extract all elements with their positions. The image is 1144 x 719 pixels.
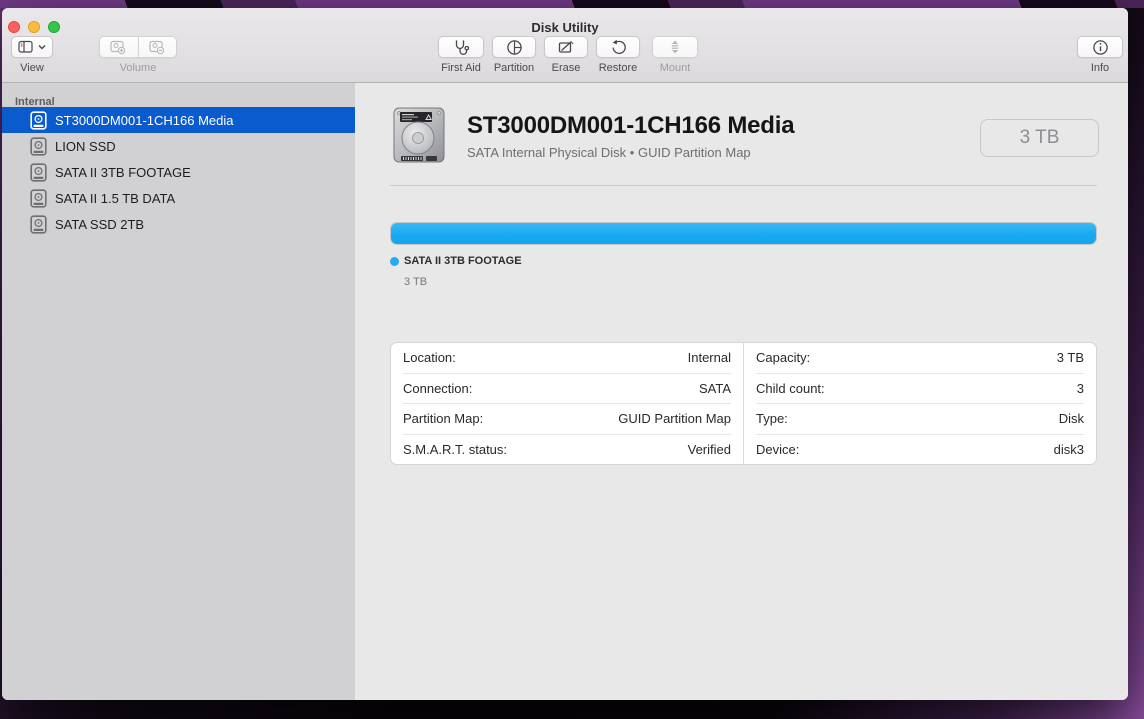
detail-row-connection: Connection: SATA <box>403 374 731 404</box>
detail-value: Disk <box>1058 411 1084 427</box>
sidebar-item-label: SATA SSD 2TB <box>55 216 145 232</box>
info-label: Info <box>1090 62 1110 74</box>
detail-value: GUID Partition Map <box>618 411 731 427</box>
sidebar-item-sata-ssd-2tb[interactable]: SATA SSD 2TB <box>2 211 355 237</box>
erase-tool: Erase <box>536 36 596 74</box>
disk-details-card: Location: Internal Connection: SATA Part… <box>390 342 1097 465</box>
add-volume-button[interactable] <box>99 36 138 58</box>
drive-icon <box>30 136 47 156</box>
detail-row-location: Location: Internal <box>403 343 731 374</box>
header-divider <box>390 185 1097 186</box>
view-tool: View <box>4 36 60 74</box>
mount-label: Mount <box>659 62 691 74</box>
sidebar-item-label: LION SSD <box>55 138 116 154</box>
drive-icon <box>30 110 47 130</box>
sidebar-item-label: SATA II 3TB FOOTAGE <box>55 164 191 180</box>
detail-row-capacity: Capacity: 3 TB <box>756 343 1084 374</box>
detail-value: disk3 <box>1053 441 1084 457</box>
mount-eject-icon <box>668 39 682 55</box>
remove-volume-button[interactable] <box>137 36 177 58</box>
stethoscope-icon <box>451 39 471 56</box>
restore-button[interactable] <box>596 36 640 58</box>
mount-button[interactable] <box>652 36 698 58</box>
detail-value: 3 TB <box>1056 350 1084 366</box>
sidebar: Internal ST3000DM001-1CH166 Media LION S… <box>2 83 355 700</box>
disk-utility-window: Disk Utility View Volume First Aid Parti… <box>2 8 1128 700</box>
details-right-column: Capacity: 3 TB Child count: 3 Type: Disk… <box>744 343 1096 464</box>
legend-volume-size: 3 TB <box>404 276 428 288</box>
drive-icon <box>30 214 47 234</box>
volume-plus-icon <box>110 40 127 55</box>
capacity-usage-bar <box>390 222 1097 245</box>
sidebar-layout-icon <box>18 40 34 54</box>
desktop-wallpaper <box>0 0 1144 8</box>
drive-icon <box>30 162 47 182</box>
details-left-column: Location: Internal Connection: SATA Part… <box>391 343 744 464</box>
detail-label: Partition Map: <box>403 411 484 427</box>
chevron-down-icon <box>38 44 46 50</box>
volume-minus-icon <box>149 40 166 55</box>
sidebar-device-list: ST3000DM001-1CH166 Media LION SSD SATA I… <box>2 107 355 237</box>
detail-label: Child count: <box>756 380 825 396</box>
detail-label: Location: <box>403 350 456 366</box>
detail-row-device: Device: disk3 <box>756 435 1084 465</box>
mount-tool: Mount <box>644 36 706 74</box>
erase-label: Erase <box>551 62 581 74</box>
eraser-icon <box>557 39 575 55</box>
info-tool: Info <box>1070 36 1130 74</box>
detail-row-type: Type: Disk <box>756 404 1084 435</box>
detail-label: Type: <box>756 411 788 427</box>
restore-label: Restore <box>598 62 638 74</box>
sidebar-item-sata-1-5tb-data[interactable]: SATA II 1.5 TB DATA <box>2 185 355 211</box>
detail-value: Internal <box>687 350 731 366</box>
info-button[interactable] <box>1077 36 1123 58</box>
detail-value: Verified <box>687 441 731 457</box>
detail-label: Capacity: <box>756 350 811 366</box>
partition-button[interactable] <box>492 36 536 58</box>
sidebar-item-lion-ssd[interactable]: LION SSD <box>2 133 355 159</box>
view-label: View <box>20 62 44 74</box>
sidebar-item-label: ST3000DM001-1CH166 Media <box>55 112 234 128</box>
undo-arrow-icon <box>610 39 627 56</box>
detail-row-child-count: Child count: 3 <box>756 374 1084 404</box>
capacity-badge: 3 TB <box>980 119 1099 157</box>
legend-volume-name: SATA II 3TB FOOTAGE <box>404 255 522 267</box>
view-button[interactable] <box>11 36 53 58</box>
sidebar-item-sata-3tb-footage[interactable]: SATA II 3TB FOOTAGE <box>2 159 355 185</box>
usage-segment-sata-3tb-footage <box>391 223 1096 244</box>
first-aid-button[interactable] <box>438 36 484 58</box>
detail-value: SATA <box>698 380 731 396</box>
window-title: Disk Utility <box>531 20 599 35</box>
main-panel: ST3000DM001-1CH166 Media SATA Internal P… <box>355 83 1128 700</box>
erase-button[interactable] <box>544 36 588 58</box>
first-aid-label: First Aid <box>441 62 481 74</box>
volume-tool: Volume <box>99 36 177 74</box>
detail-row-smart-status: S.M.A.R.T. status: Verified <box>403 435 731 465</box>
sidebar-item-st3000dm001[interactable]: ST3000DM001-1CH166 Media <box>2 107 355 133</box>
partition-tool: Partition <box>484 36 544 74</box>
sidebar-item-label: SATA II 1.5 TB DATA <box>55 190 176 206</box>
disk-title: ST3000DM001-1CH166 Media <box>467 112 795 139</box>
volume-label: Volume <box>119 62 157 74</box>
legend-color-dot <box>390 257 399 266</box>
detail-label: Connection: <box>403 380 473 396</box>
restore-tool: Restore <box>588 36 648 74</box>
first-aid-tool: First Aid <box>431 36 491 74</box>
detail-label: Device: <box>756 441 800 457</box>
info-circle-icon <box>1092 39 1109 56</box>
internal-hdd-icon <box>393 107 445 165</box>
partition-pie-icon <box>506 39 523 56</box>
disk-subtitle: SATA Internal Physical Disk • GUID Parti… <box>467 145 751 160</box>
detail-value: 3 <box>1076 380 1084 396</box>
drive-icon <box>30 188 47 208</box>
detail-label: S.M.A.R.T. status: <box>403 441 508 457</box>
titlebar-toolbar: Disk Utility View Volume First Aid Parti… <box>2 8 1128 83</box>
detail-row-partition-map: Partition Map: GUID Partition Map <box>403 404 731 435</box>
partition-label: Partition <box>493 62 535 74</box>
